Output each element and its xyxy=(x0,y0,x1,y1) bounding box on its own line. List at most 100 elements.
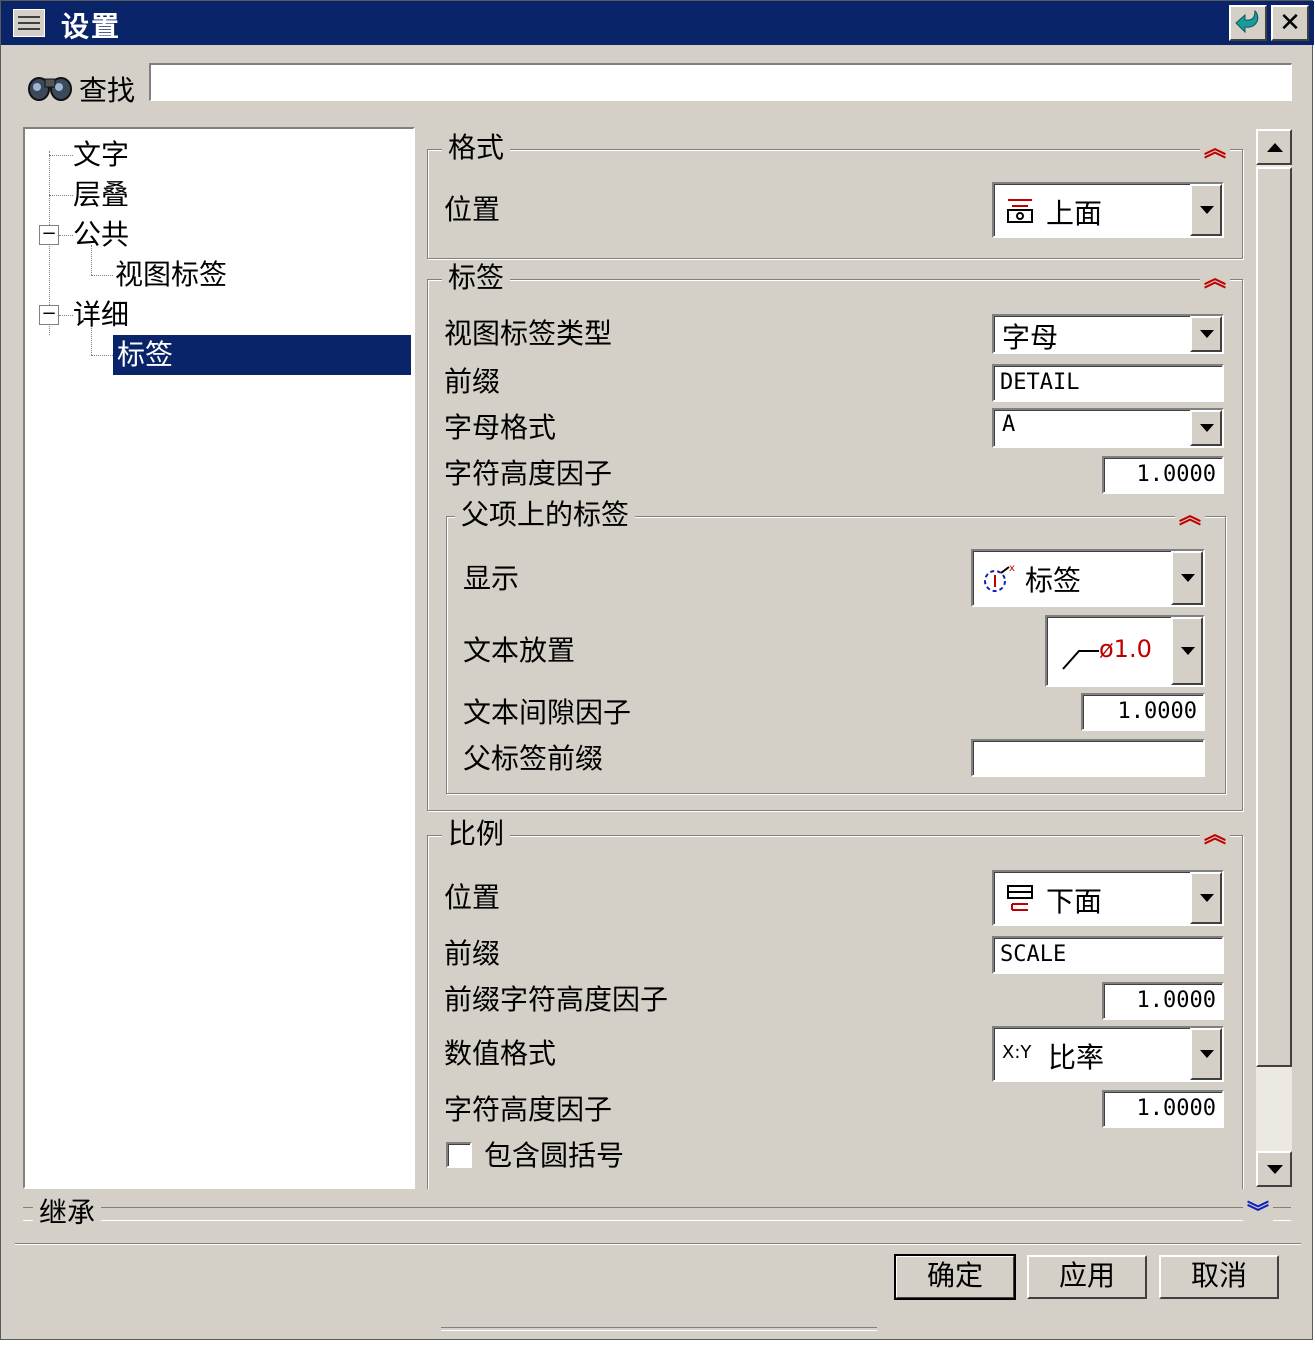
collapse-up-icon[interactable]: ︽ xyxy=(1175,503,1205,531)
scroll-down-button[interactable] xyxy=(1256,1151,1292,1187)
close-icon: ✕ xyxy=(1279,8,1301,38)
tree-item-detail[interactable]: 详细 xyxy=(73,295,129,335)
prefix-label: 前缀 xyxy=(444,365,501,398)
scale-prefix-label: 前缀 xyxy=(444,937,501,970)
close-button[interactable]: ✕ xyxy=(1271,5,1309,41)
value-format-label: 数值格式 xyxy=(444,1037,557,1070)
tree-connector xyxy=(91,275,113,276)
search-label: 查找 xyxy=(79,74,136,107)
prefix-height-label: 前缀字符高度因子 xyxy=(444,983,669,1016)
settings-dialog: 设置 ✕ 查找 文字 层叠 − 公共 视图标签 − 详细 标签 格式 ︽ 位置 … xyxy=(0,0,1314,1340)
display-value: 标签 xyxy=(1025,564,1082,597)
scale-position-select[interactable]: 下面 xyxy=(992,870,1224,926)
text-gap-label: 文本间隙因子 xyxy=(463,696,632,729)
collapse-node-icon[interactable]: − xyxy=(39,225,59,245)
ok-button[interactable]: 确定 xyxy=(894,1254,1016,1300)
text-gap-input[interactable]: 1.0000 xyxy=(1081,693,1205,731)
scale-position-value: 下面 xyxy=(1046,885,1103,918)
search-row: 查找 xyxy=(21,63,1296,107)
format-group: 格式 ︽ 位置 上面 xyxy=(427,130,1243,259)
format-position-select[interactable]: 上面 xyxy=(992,182,1224,238)
scale-char-height-label: 字符高度因子 xyxy=(444,1093,613,1126)
leader-line-icon xyxy=(1062,650,1099,670)
char-height-label: 字符高度因子 xyxy=(444,457,613,490)
letter-format-value: A xyxy=(1002,412,1016,437)
scale-char-height-input[interactable]: 1.0000 xyxy=(1102,1090,1224,1128)
collapse-up-icon[interactable]: ︽ xyxy=(1200,136,1230,164)
chevron-down-icon[interactable] xyxy=(1190,1028,1222,1080)
scroll-up-button[interactable] xyxy=(1256,129,1292,165)
include-parens-label: 包含圆括号 xyxy=(484,1139,625,1172)
button-separator xyxy=(15,1243,1301,1245)
scale-position-label: 位置 xyxy=(444,881,501,914)
tree-connector xyxy=(49,155,73,156)
format-position-label: 位置 xyxy=(444,193,501,226)
view-label-type-select[interactable]: 字母 xyxy=(992,314,1224,354)
tree-connector xyxy=(91,355,113,356)
settings-tree[interactable]: 文字 层叠 − 公共 视图标签 − 详细 标签 xyxy=(23,127,415,1189)
window-title: 设置 xyxy=(61,10,122,43)
label-below-icon xyxy=(1007,885,1033,911)
tree-item-view-label[interactable]: 视图标签 xyxy=(115,255,227,295)
tree-connector xyxy=(59,235,73,236)
expand-down-icon[interactable]: ︾ xyxy=(1243,1195,1273,1226)
display-select[interactable]: x 标签 xyxy=(971,549,1205,607)
format-position-value: 上面 xyxy=(1046,197,1103,230)
ratio-icon: X:Y xyxy=(1002,1042,1032,1063)
label-above-icon xyxy=(1007,199,1033,223)
format-group-title: 格式 xyxy=(442,130,511,166)
scale-prefix-input[interactable]: SCALE xyxy=(992,936,1224,974)
chevron-down-icon[interactable] xyxy=(1171,551,1203,605)
settings-panel: 格式 ︽ 位置 上面 标签 ︽ 视图标签类型 字母 前缀 DETAIL 字母格式… xyxy=(419,127,1254,1189)
back-arrow-icon xyxy=(1235,9,1259,34)
parent-label-group: 父项上的标签 ︽ 显示 x 标签 文本放置 ø1.0 文本间隙因子 1.0000… xyxy=(446,497,1226,794)
chevron-down-icon[interactable] xyxy=(1190,184,1222,236)
binoculars-icon xyxy=(28,77,72,101)
chevron-down-icon[interactable] xyxy=(1190,410,1222,446)
text-placement-select[interactable]: ø1.0 xyxy=(1045,615,1205,687)
scale-group-title: 比例 xyxy=(442,816,511,852)
prefix-height-input[interactable]: 1.0000 xyxy=(1102,982,1224,1020)
apply-button[interactable]: 应用 xyxy=(1027,1255,1147,1299)
title-bar[interactable]: 设置 ✕ xyxy=(1,1,1314,45)
inherit-group xyxy=(23,1207,1291,1221)
search-input[interactable] xyxy=(149,63,1292,101)
value-format-value: 比率 xyxy=(1048,1041,1105,1074)
parent-label-icon: x xyxy=(984,563,1015,592)
collapse-up-icon[interactable]: ︽ xyxy=(1200,266,1230,294)
chevron-down-icon[interactable] xyxy=(1171,617,1203,685)
include-parens-checkbox[interactable] xyxy=(446,1142,472,1168)
svg-text:x: x xyxy=(1009,563,1015,574)
reset-back-button[interactable] xyxy=(1229,5,1267,41)
chevron-down-icon[interactable] xyxy=(1190,316,1222,352)
view-label-type-label: 视图标签类型 xyxy=(444,317,613,350)
char-height-input[interactable]: 1.0000 xyxy=(1102,456,1224,494)
prefix-input[interactable]: DETAIL xyxy=(992,364,1224,402)
panel-scrollbar[interactable] xyxy=(1256,129,1292,1187)
collapse-node-icon[interactable]: − xyxy=(39,305,59,325)
resize-grip[interactable] xyxy=(441,1327,877,1331)
tree-item-stack[interactable]: 层叠 xyxy=(73,175,129,215)
text-placement-label: 文本放置 xyxy=(463,634,576,667)
view-label-type-value: 字母 xyxy=(1002,321,1059,354)
inherit-label: 继承 xyxy=(33,1191,102,1231)
tree-item-label-selected[interactable]: 标签 xyxy=(113,335,411,375)
collapse-up-icon[interactable]: ︽ xyxy=(1200,822,1230,850)
tree-item-common[interactable]: 公共 xyxy=(73,215,129,255)
letter-format-label: 字母格式 xyxy=(444,411,557,444)
dialog-menu-icon[interactable] xyxy=(13,9,45,37)
scroll-thumb[interactable] xyxy=(1256,167,1292,1067)
tree-connector xyxy=(49,195,73,196)
letter-format-select[interactable]: A xyxy=(992,408,1224,448)
parent-prefix-input[interactable] xyxy=(971,739,1205,777)
cancel-button[interactable]: 取消 xyxy=(1159,1255,1279,1299)
scale-group: 比例 ︽ 位置 下面 前缀 SCALE 前缀字符高度因子 1.0000 数值格式 xyxy=(427,816,1243,1189)
text-placement-value: ø1.0 xyxy=(1099,635,1152,663)
parent-label-group-title: 父项上的标签 xyxy=(455,497,636,533)
chevron-down-icon[interactable] xyxy=(1190,872,1222,924)
tree-connector xyxy=(59,315,73,316)
value-format-select[interactable]: X:Y 比率 xyxy=(992,1026,1224,1082)
tree-item-text[interactable]: 文字 xyxy=(73,135,129,175)
label-group: 标签 ︽ 视图标签类型 字母 前缀 DETAIL 字母格式 A 字符高度因子 1… xyxy=(427,260,1243,811)
label-group-title: 标签 xyxy=(442,260,511,296)
